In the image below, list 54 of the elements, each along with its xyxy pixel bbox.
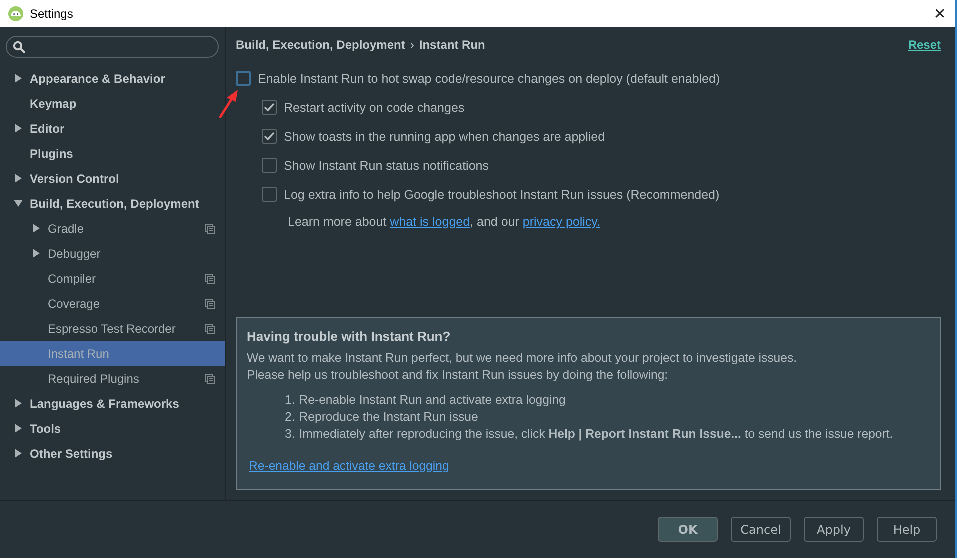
android-head-icon — [8, 6, 24, 22]
checkbox[interactable] — [262, 100, 277, 115]
tree-item[interactable]: Keymap — [0, 91, 225, 116]
breadcrumb-current: Instant Run — [419, 38, 486, 52]
panel-text: Please help us troubleshoot and fix Instant Run issues by doing the following: — [247, 367, 670, 384]
dialog-button[interactable]: Cancel — [731, 517, 791, 542]
tree-item[interactable]: Compiler — [0, 266, 225, 291]
checkbox[interactable] — [262, 129, 277, 144]
breadcrumb-parent: Build, Execution, Deployment — [236, 38, 406, 52]
close-button[interactable]: ✕ — [925, 0, 955, 27]
panel-text: We want to make Instant Run perfect, but we need more info about your project to investigate issues. — [247, 350, 798, 367]
step-text: Immediately after reproducing the issue, click Help | Report Instant Run Issue... to send us the issue report. — [299, 426, 894, 443]
checkbox-label: Restart activity on code changes — [284, 100, 465, 114]
panel-title: Having trouble with Instant Run? — [247, 328, 452, 345]
checkbox[interactable] — [236, 71, 251, 86]
checkbox[interactable] — [262, 187, 277, 202]
step-text: Reproduce the Instant Run issue — [299, 409, 478, 426]
what-is-logged-link[interactable]: what is logged — [390, 215, 470, 229]
step-number: 1. — [285, 392, 296, 409]
tree-item[interactable]: Editor — [0, 116, 225, 141]
tree-item[interactable]: Other Settings — [0, 441, 225, 466]
tree-item[interactable]: Languages & Frameworks — [0, 391, 225, 416]
tree-item[interactable]: Coverage — [0, 291, 225, 316]
dialog-button[interactable]: OK — [658, 517, 718, 542]
reenable-logging-link[interactable]: Re-enable and activate extra logging — [249, 459, 450, 473]
checkbox-label: Show toasts in the running app when changes are applied — [284, 130, 606, 144]
tree-item[interactable]: Plugins — [0, 141, 225, 166]
window-title: Settings — [30, 6, 74, 20]
tree-item[interactable]: Appearance & Behavior — [0, 66, 225, 91]
step-number: 3. — [285, 426, 296, 443]
checkmark-icon — [264, 132, 275, 141]
learn-more-text: Learn more about what is logged, and our privacy policy. — [288, 215, 602, 229]
dialog-button[interactable]: Help — [877, 517, 937, 542]
search-field[interactable] — [6, 36, 219, 58]
annotation-arrow — [218, 89, 240, 119]
checkbox-label: Enable Instant Run to hot swap code/resource changes on deploy (default enabled) — [258, 72, 720, 86]
breadcrumb-separator: › — [410, 38, 414, 52]
tree-item[interactable]: Required Plugins — [0, 366, 225, 391]
step-number: 2. — [285, 409, 296, 426]
tree-item[interactable]: Debugger — [0, 241, 225, 266]
dialog-button[interactable]: Apply — [804, 517, 864, 542]
step-text: Re-enable Instant Run and activate extra logging — [299, 392, 566, 409]
tree-item[interactable]: Tools — [0, 416, 225, 441]
tree-item[interactable]: Build, Execution, Deployment — [0, 191, 225, 216]
tree-item[interactable]: Espresso Test Recorder — [0, 316, 225, 341]
tree-item[interactable]: Version Control — [0, 166, 225, 191]
checkbox[interactable] — [262, 158, 277, 173]
privacy-policy-link[interactable]: privacy policy. — [522, 215, 600, 229]
checkbox-label: Log extra info to help Google troubleshoot Instant Run issues (Recommended) — [284, 188, 720, 202]
search-icon — [13, 40, 26, 54]
checkbox-label: Show Instant Run status notifications — [284, 158, 489, 172]
checkmark-icon — [264, 103, 275, 112]
reset-link[interactable]: Reset — [908, 38, 941, 52]
tree-item[interactable]: Gradle — [0, 216, 225, 241]
